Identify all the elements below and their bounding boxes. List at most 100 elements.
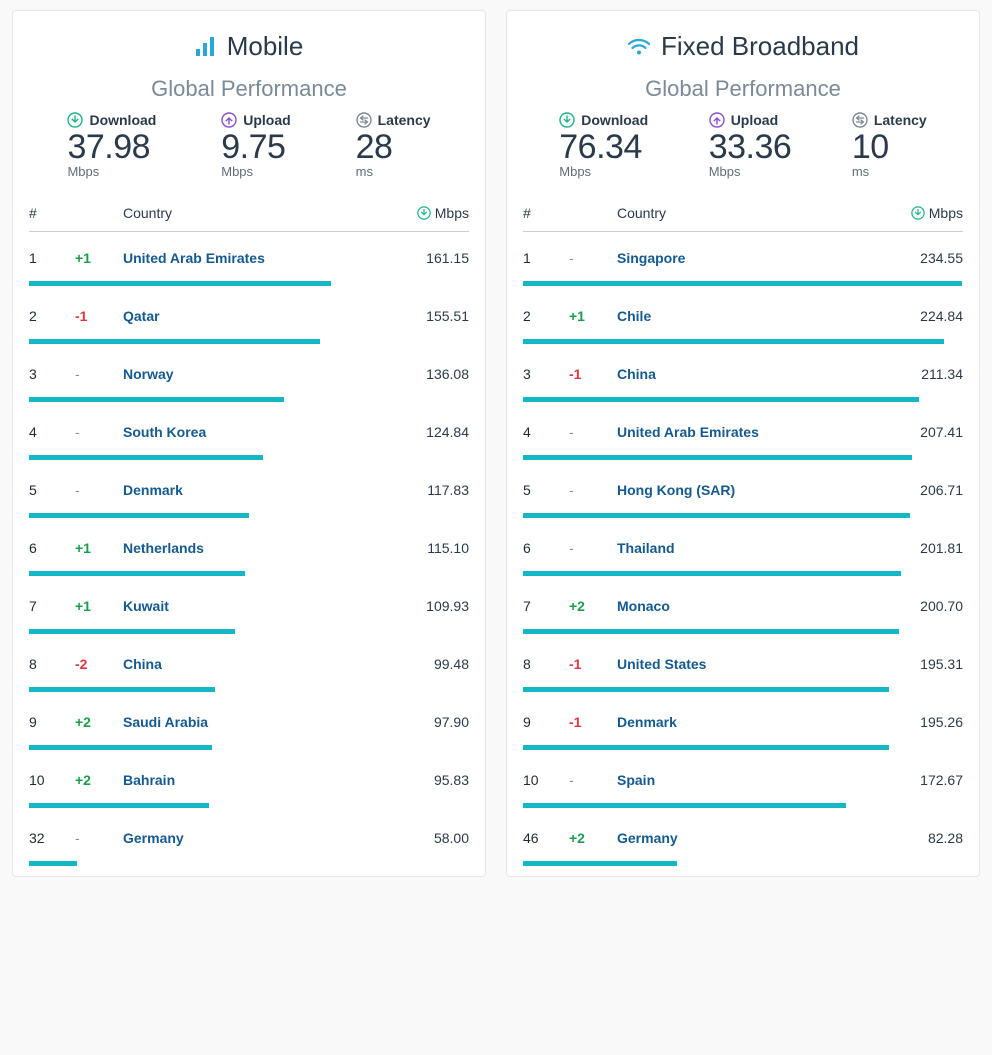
- rank: 46: [523, 830, 569, 846]
- country-link[interactable]: Monaco: [617, 598, 873, 614]
- table-row: 9-1Denmark195.26: [523, 696, 963, 754]
- bar-fill: [29, 745, 212, 750]
- country-link[interactable]: China: [123, 656, 379, 672]
- mbps-value: 201.81: [873, 540, 963, 556]
- bar-fill: [523, 397, 919, 402]
- country-link[interactable]: Hong Kong (SAR): [617, 482, 873, 498]
- rank: 4: [523, 424, 569, 440]
- rank-delta: +2: [569, 830, 617, 846]
- upload-icon: [221, 112, 237, 128]
- bar-fill: [523, 455, 912, 460]
- country-link[interactable]: United Arab Emirates: [617, 424, 873, 440]
- latency-metric: Latency 28 ms: [356, 112, 431, 179]
- rank: 9: [29, 714, 75, 730]
- country-link[interactable]: United States: [617, 656, 873, 672]
- latency-metric: Latency 10 ms: [852, 112, 927, 179]
- rank-delta: +1: [569, 308, 617, 324]
- rank: 10: [523, 772, 569, 788]
- table-row: 4-United Arab Emirates207.41: [523, 406, 963, 464]
- card-title-text: Mobile: [227, 31, 304, 62]
- upload-label: Upload: [731, 112, 778, 128]
- rank: 3: [523, 366, 569, 382]
- rank: 1: [523, 250, 569, 266]
- country-link[interactable]: Germany: [617, 830, 873, 846]
- bar-track: [29, 397, 469, 402]
- card-title-text: Fixed Broadband: [661, 31, 859, 62]
- country-link[interactable]: South Korea: [123, 424, 379, 440]
- country-link[interactable]: Kuwait: [123, 598, 379, 614]
- rank: 5: [523, 482, 569, 498]
- country-link[interactable]: Denmark: [123, 482, 379, 498]
- download-icon: [559, 112, 575, 128]
- table-row: 1-Singapore234.55: [523, 232, 963, 290]
- bar-track: [523, 339, 963, 344]
- bar-fill: [29, 397, 284, 402]
- rank: 9: [523, 714, 569, 730]
- col-rank-header: #: [523, 205, 569, 221]
- table-row: 2+1Chile224.84: [523, 290, 963, 348]
- latency-label: Latency: [874, 112, 927, 128]
- rank-delta: -: [75, 482, 123, 498]
- bar-track: [523, 687, 963, 692]
- bar-track: [523, 629, 963, 634]
- fixed-rows: 1-Singapore234.552+1Chile224.843-1China2…: [523, 232, 963, 870]
- bar-fill: [523, 281, 962, 286]
- mbps-value: 200.70: [873, 598, 963, 614]
- mbps-label: Mbps: [929, 205, 963, 221]
- rank: 8: [29, 656, 75, 672]
- upload-value: 9.75: [221, 130, 290, 166]
- mbps-value: 124.84: [379, 424, 469, 440]
- bar-track: [523, 861, 963, 866]
- mbps-value: 206.71: [873, 482, 963, 498]
- rank: 5: [29, 482, 75, 498]
- col-country-header: Country: [123, 205, 379, 221]
- rank: 2: [523, 308, 569, 324]
- country-link[interactable]: Singapore: [617, 250, 873, 266]
- country-link[interactable]: Denmark: [617, 714, 873, 730]
- fixed-metrics: Download 76.34 Mbps Upload 33.36 Mbps La…: [523, 112, 963, 185]
- mobile-card-title: Mobile: [29, 31, 469, 62]
- country-link[interactable]: Spain: [617, 772, 873, 788]
- table-header: # Country Mbps: [523, 191, 963, 232]
- latency-value: 10: [852, 130, 927, 166]
- table-row: 10+2Bahrain95.83: [29, 754, 469, 812]
- country-link[interactable]: Bahrain: [123, 772, 379, 788]
- bar-fill: [523, 629, 899, 634]
- mbps-value: 136.08: [379, 366, 469, 382]
- rank: 6: [523, 540, 569, 556]
- rank-delta: +1: [75, 250, 123, 266]
- country-link[interactable]: Germany: [123, 830, 379, 846]
- country-link[interactable]: Saudi Arabia: [123, 714, 379, 730]
- bar-track: [523, 803, 963, 808]
- table-row: 1+1United Arab Emirates161.15: [29, 232, 469, 290]
- wifi-icon: [627, 37, 651, 57]
- country-link[interactable]: United Arab Emirates: [123, 250, 379, 266]
- mbps-value: 115.10: [379, 540, 469, 556]
- subtitle: Global Performance: [29, 76, 469, 102]
- rank-delta: -: [569, 482, 617, 498]
- country-link[interactable]: Chile: [617, 308, 873, 324]
- latency-icon: [852, 112, 868, 128]
- country-link[interactable]: Qatar: [123, 308, 379, 324]
- rank: 6: [29, 540, 75, 556]
- subtitle: Global Performance: [523, 76, 963, 102]
- country-link[interactable]: China: [617, 366, 873, 382]
- country-link[interactable]: Thailand: [617, 540, 873, 556]
- rank-delta: -: [569, 250, 617, 266]
- upload-icon: [709, 112, 725, 128]
- bar-fill: [523, 687, 889, 692]
- country-link[interactable]: Netherlands: [123, 540, 379, 556]
- upload-metric: Upload 33.36 Mbps: [709, 112, 792, 179]
- download-label: Download: [89, 112, 156, 128]
- table-row: 3-1China211.34: [523, 348, 963, 406]
- bar-fill: [29, 803, 209, 808]
- mbps-value: 234.55: [873, 250, 963, 266]
- country-link[interactable]: Norway: [123, 366, 379, 382]
- bar-track: [523, 281, 963, 286]
- mbps-value: 161.15: [379, 250, 469, 266]
- bar-track: [523, 397, 963, 402]
- rank: 2: [29, 308, 75, 324]
- upload-value: 33.36: [709, 130, 792, 166]
- bar-track: [29, 803, 469, 808]
- download-label: Download: [581, 112, 648, 128]
